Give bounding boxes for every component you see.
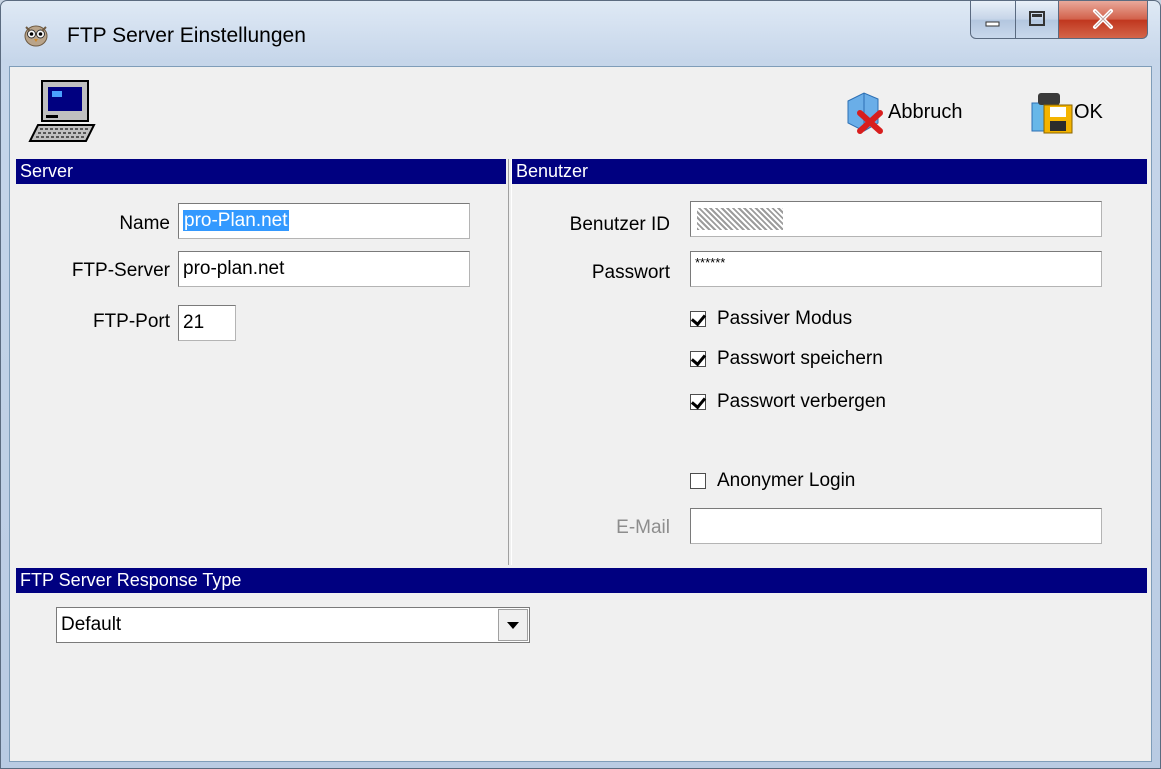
user-id-input[interactable]	[690, 201, 1102, 237]
title-bar: FTP Server Einstellungen	[1, 1, 1160, 66]
response-type-section-header: FTP Server Response Type	[16, 568, 1147, 593]
name-label: Name	[119, 213, 170, 234]
ftp-server-input[interactable]: pro-plan.net	[178, 251, 470, 287]
cancel-x-icon	[842, 89, 888, 135]
minimize-button[interactable]	[970, 1, 1016, 39]
checkbox-checked-icon	[690, 311, 706, 327]
checkbox-checked-icon	[690, 351, 706, 367]
maximize-icon	[1029, 11, 1045, 26]
anonymous-login-label: Anonymer Login	[717, 470, 856, 491]
ftp-port-label: FTP-Port	[92, 311, 170, 332]
save-disk-icon	[1028, 89, 1074, 135]
save-password-label: Passwort speichern	[717, 348, 883, 369]
server-section-header: Server	[16, 159, 506, 184]
toolbar: Abbruch OK	[10, 67, 1151, 157]
obscured-user-id	[697, 207, 783, 230]
chevron-down-icon[interactable]	[498, 609, 528, 641]
checkbox-unchecked-icon	[690, 473, 706, 489]
minimize-icon	[985, 21, 1000, 27]
anonymous-login-checkbox[interactable]: Anonymer Login	[690, 470, 855, 492]
caption-buttons	[970, 1, 1148, 39]
save-password-checkbox[interactable]: Passwort speichern	[690, 348, 883, 370]
passive-mode-checkbox[interactable]: Passiver Modus	[690, 308, 852, 330]
ok-button-label: OK	[1074, 100, 1103, 123]
name-value: pro-Plan.net	[183, 210, 289, 231]
password-label: Passwort	[591, 262, 670, 283]
ok-button[interactable]: OK	[1028, 87, 1103, 137]
dialog-client-area: Abbruch OK Server Name pro-Plan.net FTP-…	[9, 66, 1152, 762]
ftp-settings-window: FTP Server Einstellungen Abbruch OK Serv…	[0, 0, 1161, 769]
ftp-port-input[interactable]: 21	[178, 305, 236, 341]
email-input[interactable]	[690, 508, 1102, 544]
response-type-value: Default	[61, 614, 122, 635]
window-title: FTP Server Einstellungen	[67, 24, 306, 47]
ftp-server-label: FTP-Server	[71, 260, 170, 281]
cancel-button[interactable]: Abbruch	[842, 87, 963, 137]
cancel-button-label: Abbruch	[888, 100, 963, 123]
checkbox-checked-icon	[690, 394, 706, 410]
close-button[interactable]	[1059, 1, 1148, 39]
hide-password-label: Passwort verbergen	[717, 391, 886, 412]
owl-icon	[24, 25, 48, 47]
hide-password-checkbox[interactable]: Passwort verbergen	[690, 391, 886, 413]
email-label: E-Mail	[616, 517, 670, 538]
user-id-label: Benutzer ID	[569, 214, 670, 235]
close-icon	[1093, 9, 1113, 29]
vertical-divider	[508, 159, 512, 565]
maximize-button[interactable]	[1016, 1, 1059, 39]
computer-icon	[28, 80, 96, 142]
response-type-select[interactable]: Default	[56, 607, 530, 643]
password-input[interactable]: ******	[690, 251, 1102, 287]
passive-mode-label: Passiver Modus	[717, 308, 853, 329]
name-input[interactable]: pro-Plan.net	[178, 203, 470, 239]
benutzer-section-header: Benutzer	[512, 159, 1147, 184]
